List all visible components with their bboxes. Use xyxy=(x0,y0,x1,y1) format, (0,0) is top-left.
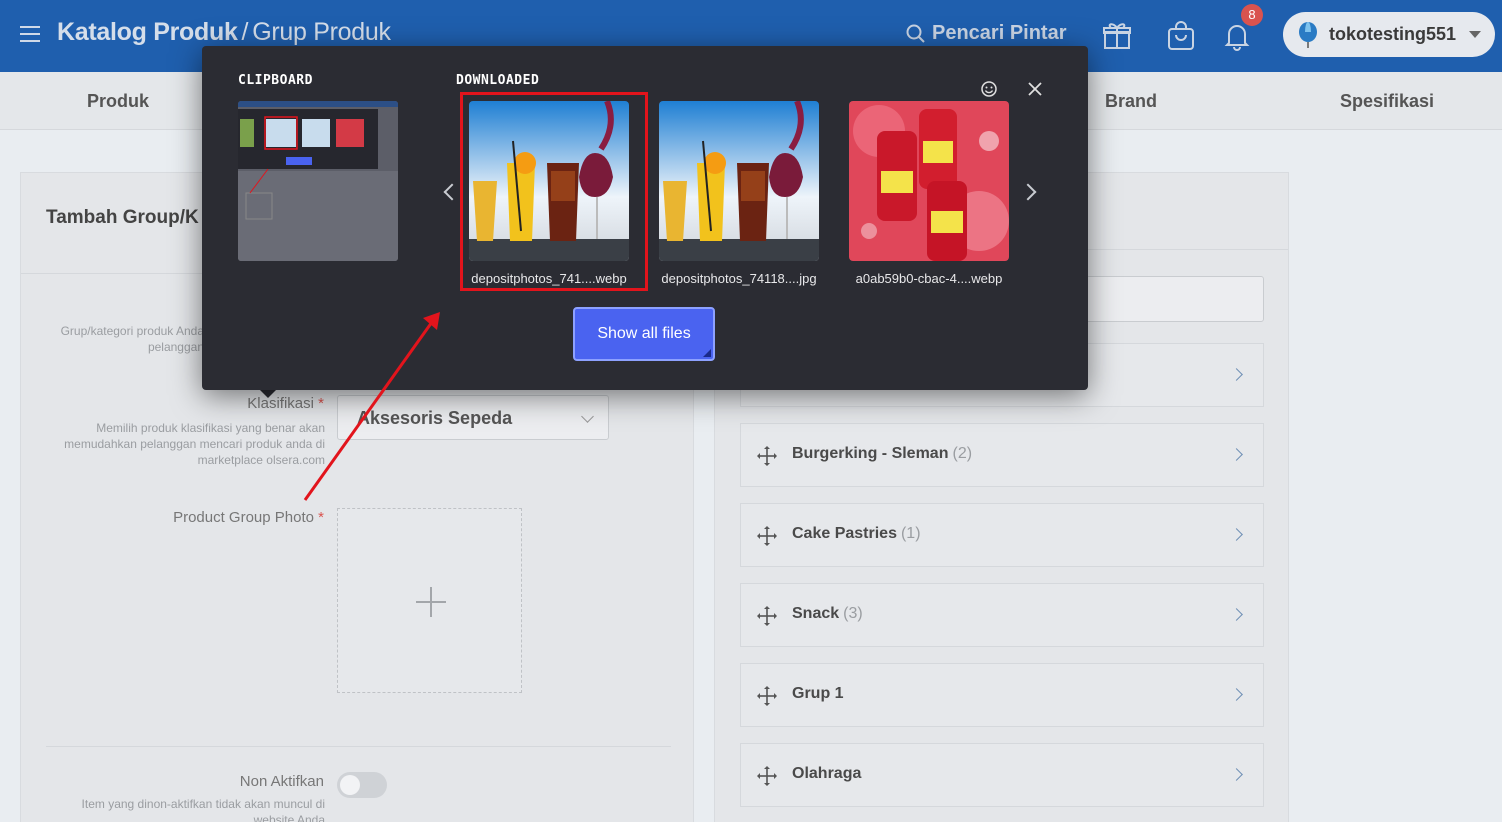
photo-upload-area[interactable] xyxy=(337,508,522,693)
list-item[interactable]: Burgerking - Sleman (2) xyxy=(740,423,1264,487)
notification-badge: 8 xyxy=(1241,4,1263,26)
list-item[interactable]: Olahraga xyxy=(740,743,1264,807)
classification-select[interactable]: Aksesoris Sepeda xyxy=(337,395,609,440)
list-item[interactable]: Grup 1 xyxy=(740,663,1264,727)
smart-search-label: Pencari Pintar xyxy=(932,22,1067,44)
close-icon[interactable] xyxy=(1026,80,1044,98)
clipboard-title: CLIPBOARD xyxy=(238,73,313,88)
chevron-right-icon xyxy=(1230,688,1243,701)
tab-brand[interactable]: Brand xyxy=(1105,91,1157,112)
file-name: depositphotos_74118....jpg xyxy=(661,271,817,286)
balloon-icon xyxy=(1299,21,1317,48)
inactive-toggle[interactable] xyxy=(337,772,387,798)
clipboard-preview-image xyxy=(238,101,398,261)
file-picker-popup: CLIPBOARD DOWNLOADED depositphotos_741..… xyxy=(202,46,1088,390)
group-count: (3) xyxy=(843,605,863,622)
tab-spesifikasi[interactable]: Spesifikasi xyxy=(1340,91,1434,112)
downloaded-file-card[interactable]: a0ab59b0-cbac-4....webp xyxy=(849,101,1009,286)
breadcrumb: Katalog Produk / Grup Produk xyxy=(57,18,391,47)
group-count: (1) xyxy=(900,525,921,542)
account-name: tokotesting551 xyxy=(1329,24,1457,44)
move-icon[interactable] xyxy=(755,684,779,708)
required-mark: * xyxy=(318,509,324,526)
chevron-right-icon[interactable] xyxy=(1019,183,1037,201)
drinks-photo xyxy=(659,101,819,261)
group-name-text: Snack xyxy=(792,605,840,622)
group-name: Cake Pastries (1) xyxy=(792,525,921,543)
chevron-right-icon xyxy=(1230,448,1243,461)
selection-highlight xyxy=(460,92,648,291)
toggle-knob xyxy=(340,775,360,795)
downloaded-title: DOWNLOADED xyxy=(456,73,540,88)
chevron-right-icon xyxy=(1230,368,1243,381)
inactive-help-line: website Anda xyxy=(253,813,325,822)
chevron-right-icon xyxy=(1230,608,1243,621)
smart-search-button[interactable]: Pencari Pintar xyxy=(906,22,1067,45)
group-name-text: Cake Pastries xyxy=(792,525,897,542)
group-name-text: Olahraga xyxy=(792,765,862,782)
file-thumbnail xyxy=(849,101,1009,261)
list-item[interactable]: Snack (3) xyxy=(740,583,1264,647)
group-name: Grup 1 xyxy=(792,685,848,703)
account-menu[interactable]: tokotesting551 xyxy=(1283,12,1495,57)
file-thumbnail xyxy=(659,101,819,261)
chevron-right-icon xyxy=(1230,768,1243,781)
move-icon[interactable] xyxy=(755,524,779,548)
list-item[interactable]: Cake Pastries (1) xyxy=(740,503,1264,567)
page-title[interactable]: Katalog Produk xyxy=(57,18,238,46)
move-icon[interactable] xyxy=(755,444,779,468)
classification-help-line: marketplace olsera.com xyxy=(197,453,325,467)
caret-down-icon xyxy=(1469,31,1481,38)
clipboard-screenshot-thumbnail[interactable] xyxy=(238,101,398,261)
classification-label: Klasifikasi * xyxy=(121,395,324,412)
inactive-help: Item yang dinon-aktifkan tidak akan munc… xyxy=(21,796,325,822)
group-name: Burgerking - Sleman (2) xyxy=(792,445,972,463)
classification-help: Memilih produk klasifikasi yang benar ak… xyxy=(21,420,325,468)
classification-help-line: Memilih produk klasifikasi yang benar ak… xyxy=(96,421,325,435)
chevron-right-icon xyxy=(1230,528,1243,541)
group-name-text: Grup 1 xyxy=(792,685,844,702)
classification-help-line: memudahkan pelanggan mencari produk anda… xyxy=(64,437,325,451)
tab-produk[interactable]: Produk xyxy=(87,91,149,112)
classification-value: Aksesoris Sepeda xyxy=(357,408,513,428)
show-all-files-label: Show all files xyxy=(597,325,691,342)
chevron-left-icon[interactable] xyxy=(443,183,461,201)
downloaded-file-card[interactable]: depositphotos_74118....jpg xyxy=(659,101,819,286)
gift-icon[interactable] xyxy=(1101,20,1133,52)
photo-label: Product Group Photo * xyxy=(81,509,324,526)
emoji-icon[interactable] xyxy=(980,80,998,98)
show-all-files-button[interactable]: Show all files xyxy=(573,307,715,361)
inactive-help-line: Item yang dinon-aktifkan tidak akan munc… xyxy=(81,797,325,811)
group-name: Olahraga xyxy=(792,765,865,783)
form-title: Tambah Group/K xyxy=(46,207,199,228)
group-name: Snack (3) xyxy=(792,605,863,623)
move-icon[interactable] xyxy=(755,604,779,628)
inactive-label: Non Aktifkan xyxy=(239,773,324,790)
group-help-text: Grup/kategori produk Anda pelanggan xyxy=(60,324,204,354)
resize-corner xyxy=(703,349,711,357)
product-bottles-photo xyxy=(849,101,1009,261)
group-count: (2) xyxy=(952,445,973,462)
menu-icon[interactable] xyxy=(20,26,40,42)
plus-icon xyxy=(416,587,446,617)
photo-label-text: Product Group Photo xyxy=(173,509,314,526)
file-name: a0ab59b0-cbac-4....webp xyxy=(855,271,1003,286)
chevron-down-icon xyxy=(581,410,594,423)
required-mark: * xyxy=(318,395,324,412)
page-subtitle: Grup Produk xyxy=(252,18,391,46)
move-icon[interactable] xyxy=(755,764,779,788)
search-icon xyxy=(906,24,925,43)
breadcrumb-separator: / xyxy=(241,18,249,46)
divider xyxy=(46,746,671,747)
shopping-bag-icon[interactable] xyxy=(1165,20,1197,52)
group-name-text: Burgerking - Sleman xyxy=(792,445,949,462)
